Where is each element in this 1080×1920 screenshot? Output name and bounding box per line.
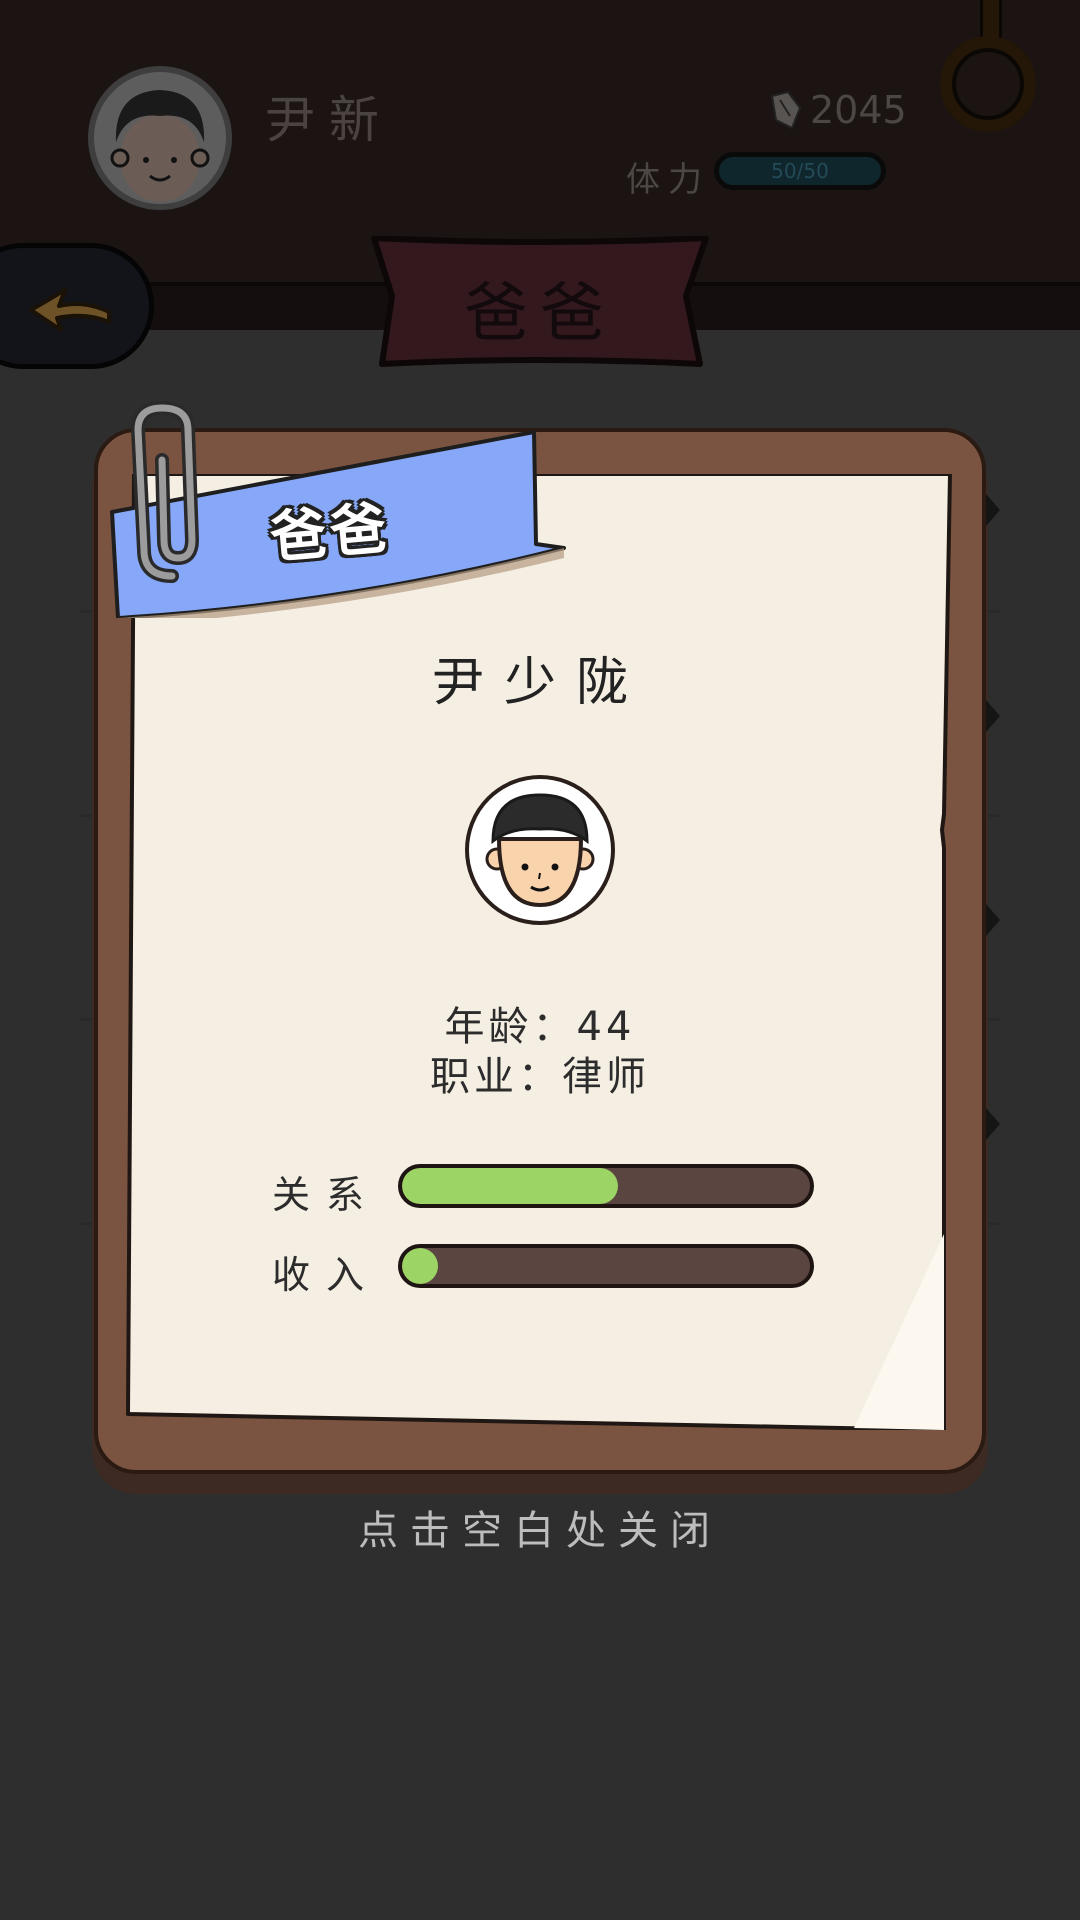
member-avatar: [465, 775, 615, 925]
close-hint[interactable]: 点击空白处关闭: [0, 1498, 1080, 1556]
job-line: 职业：律师: [430, 1054, 650, 1100]
player-avatar-icon: [110, 90, 210, 202]
back-arrow-icon: [29, 288, 111, 332]
page-title: 爸爸: [464, 277, 616, 351]
player-avatar[interactable]: [88, 66, 232, 210]
stamina-bar: 50/50: [714, 152, 886, 190]
income-bar-fill: [402, 1248, 438, 1284]
relation-bar-fill: [402, 1168, 619, 1204]
currency-value: 2045: [810, 88, 907, 132]
ring-icon[interactable]: [940, 36, 1036, 132]
gem-icon: [770, 90, 802, 130]
stamina-label: 体力: [626, 160, 710, 200]
page-title-banner: 爸爸: [370, 235, 710, 370]
card-notch: [986, 1108, 1000, 1140]
card-notch: [986, 494, 1000, 526]
member-face-icon: [485, 793, 595, 908]
ribbon-label: 爸爸: [267, 495, 394, 572]
member-name: 尹少陇: [431, 653, 648, 713]
player-name: 尹新: [265, 91, 393, 149]
card-notch: [986, 904, 1000, 936]
stat-label-income: 收入: [272, 1253, 381, 1297]
income-bar: [398, 1244, 814, 1288]
stat-label-relation: 关系: [272, 1173, 381, 1217]
relation-bar: [398, 1164, 814, 1208]
currency-display[interactable]: 2045: [768, 88, 907, 138]
back-button[interactable]: [0, 243, 154, 369]
paperclip-icon: [130, 400, 200, 583]
